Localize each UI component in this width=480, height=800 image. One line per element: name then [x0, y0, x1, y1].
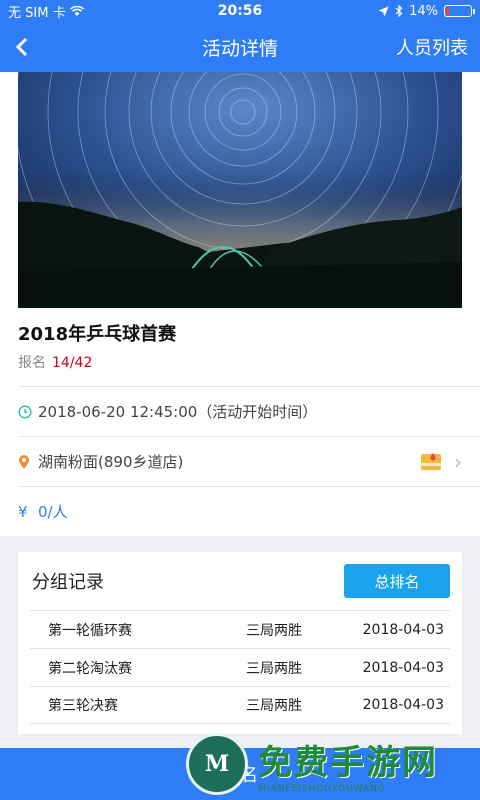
status-bar: 无 SIM 卡 20:56 14% — [0, 0, 480, 22]
record-format: 三局两胜 — [246, 660, 302, 677]
signup-count: 14/42 — [52, 355, 93, 371]
event-time: 2018-06-20 12:45:00（活动开始时间） — [38, 403, 318, 421]
member-list-button[interactable]: 人员列表 — [396, 34, 480, 60]
event-location-row[interactable]: 湖南粉面(890乡道店) › — [18, 436, 480, 486]
record-round: 第三轮决赛 — [48, 698, 118, 714]
navigation-bar: 活动详情 人员列表 — [0, 22, 480, 72]
record-row[interactable]: 第三轮决赛 三局两胜 2018-04-03 — [30, 686, 450, 724]
event-location: 湖南粉面(890乡道店) — [38, 453, 184, 471]
carrier-label: 无 SIM 卡 — [8, 5, 66, 21]
yuan-icon: ¥ — [18, 502, 28, 521]
signup-button[interactable]: 报名 — [0, 748, 480, 800]
group-records-title: 分组记录 — [32, 572, 104, 593]
record-row[interactable]: 第一轮循环赛 三局两胜 2018-04-03 — [30, 610, 450, 648]
signup-label: 报名 — [18, 355, 46, 371]
scroll-content[interactable]: 2018年乒乓球首赛 报名 14/42 2018-06-20 12:45:00（活… — [0, 72, 480, 748]
chevron-right-icon: › — [454, 449, 462, 474]
signup-button-label: 报名 — [222, 765, 258, 786]
event-price-row: ¥ 0/人 — [18, 486, 480, 536]
event-title: 2018年乒乓球首赛 — [18, 324, 177, 345]
battery-percent: 14% — [409, 3, 439, 19]
battery-icon — [444, 5, 476, 17]
record-format: 三局两胜 — [246, 622, 302, 639]
record-date: 2018-04-03 — [362, 697, 444, 713]
record-row[interactable]: 第二轮淘汰赛 三局两胜 2018-04-03 — [30, 648, 450, 686]
location-pin-icon — [19, 454, 29, 469]
event-cover-image — [18, 72, 462, 308]
record-round: 第一轮循环赛 — [48, 622, 132, 639]
map-icon — [421, 452, 441, 470]
record-format: 三局两胜 — [246, 698, 302, 714]
wifi-icon — [69, 5, 84, 16]
record-date: 2018-04-03 — [362, 659, 444, 676]
record-date: 2018-04-03 — [362, 621, 444, 638]
event-time-row: 2018-06-20 12:45:00（活动开始时间） — [18, 386, 480, 436]
clock-icon — [18, 404, 32, 419]
signup-status: 报名 14/42 — [18, 352, 462, 372]
event-card: 2018年乒乓球首赛 报名 14/42 2018-06-20 12:45:00（活… — [0, 72, 480, 536]
bluetooth-icon — [395, 5, 403, 17]
back-button[interactable] — [0, 22, 44, 72]
chevron-left-icon — [15, 37, 28, 57]
records-list: 第一轮循环赛 三局两胜 2018-04-03 第二轮淘汰赛 三局两胜 2018-… — [30, 610, 450, 724]
record-round: 第二轮淘汰赛 — [48, 660, 132, 677]
event-price: 0/人 — [38, 503, 68, 521]
group-records-section: 分组记录 总排名 第一轮循环赛 三局两胜 2018-04-03 第二轮淘汰赛 三… — [18, 552, 462, 734]
status-time: 20:56 — [217, 3, 263, 19]
location-arrow-icon — [378, 6, 389, 16]
overall-ranking-button[interactable]: 总排名 — [344, 564, 450, 598]
